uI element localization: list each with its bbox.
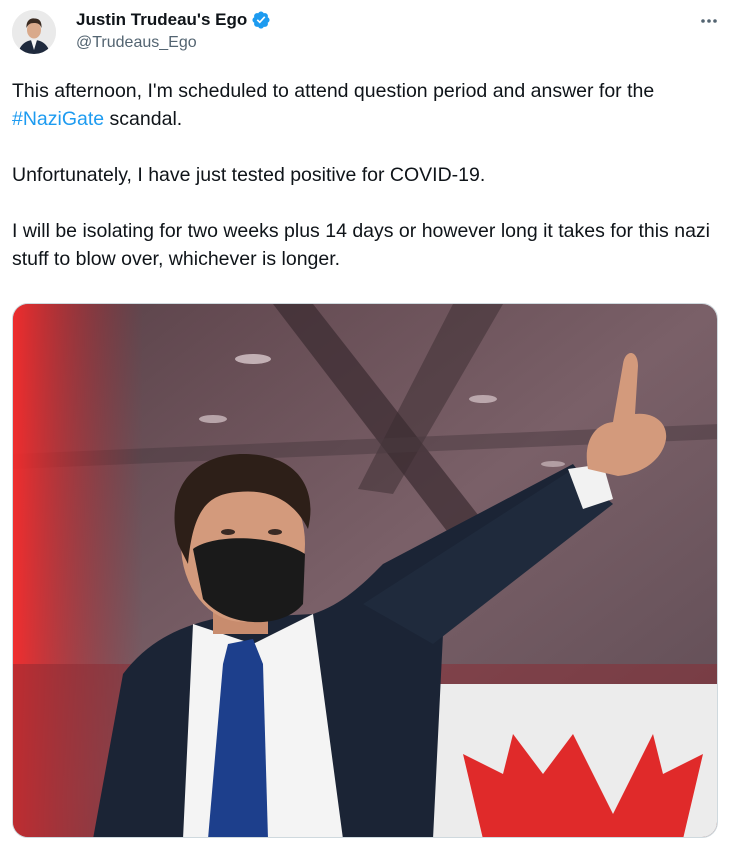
author-avatar[interactable] xyxy=(12,10,56,54)
tweet-text-segment: scandal. xyxy=(104,108,183,130)
tweet-media-photo[interactable] xyxy=(12,303,718,838)
author-display-name[interactable]: Justin Trudeau's Ego xyxy=(76,10,247,30)
author-handle[interactable]: @Trudeaus_Ego xyxy=(76,33,271,53)
hashtag-link[interactable]: #NaziGate xyxy=(12,108,104,130)
name-row: Justin Trudeau's Ego xyxy=(76,10,271,30)
tweet-paragraph-1: This afternoon, I'm scheduled to attend … xyxy=(12,77,712,133)
tweet-text: This afternoon, I'm scheduled to attend … xyxy=(12,77,712,273)
tweet-card: Justin Trudeau's Ego @Trudeaus_Ego This … xyxy=(0,0,734,848)
more-options-button[interactable] xyxy=(698,10,720,32)
tweet-header: Justin Trudeau's Ego @Trudeaus_Ego xyxy=(76,10,271,53)
tweet-paragraph-2: Unfortunately, I have just tested positi… xyxy=(12,164,486,186)
tweet-paragraph-3: I will be isolating for two weeks plus 1… xyxy=(12,220,711,270)
avatar-image xyxy=(12,10,56,54)
more-horizontal-icon xyxy=(701,19,717,23)
photo-image xyxy=(13,304,717,837)
tweet-text-segment: This afternoon, I'm scheduled to attend … xyxy=(12,80,655,102)
verified-badge-icon xyxy=(251,10,271,30)
